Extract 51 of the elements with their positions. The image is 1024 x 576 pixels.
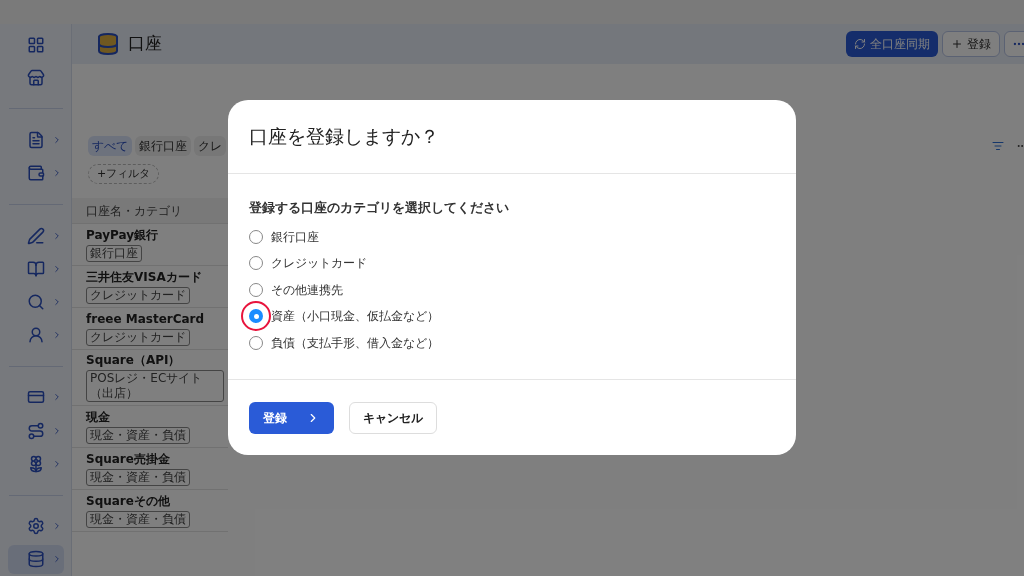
database-icon bbox=[96, 32, 120, 56]
wallet-icon bbox=[26, 164, 45, 183]
account-name[interactable]: Squareその他 bbox=[86, 493, 224, 509]
cancel-button[interactable]: キャンセル bbox=[349, 401, 437, 434]
option-label[interactable]: その他連携先 bbox=[271, 280, 343, 299]
radio-button[interactable] bbox=[249, 309, 263, 324]
sidebar-item[interactable] bbox=[7, 544, 64, 575]
page-title: 口座 bbox=[128, 32, 163, 56]
account-name[interactable]: PayPay銀行 bbox=[86, 227, 224, 243]
column-header: 口座名・カテゴリ bbox=[86, 202, 182, 220]
store-icon bbox=[26, 68, 45, 87]
radio-button[interactable] bbox=[249, 335, 263, 350]
route-icon bbox=[26, 421, 45, 440]
radio-button[interactable] bbox=[249, 229, 263, 244]
category-tag: 現金・資産・負債 bbox=[86, 468, 190, 486]
category-tag: POSレジ・ECサイト（出店） bbox=[86, 370, 224, 402]
radio-button[interactable] bbox=[249, 282, 263, 297]
category-tag: クレジットカード bbox=[86, 328, 190, 346]
category-tag: 現金・資産・負債 bbox=[86, 426, 190, 444]
database-icon bbox=[26, 550, 45, 569]
filter-tab[interactable]: クレ bbox=[194, 136, 226, 156]
book-icon bbox=[26, 259, 45, 278]
search-icon bbox=[26, 293, 45, 311]
sync-icon bbox=[854, 38, 866, 50]
register-button[interactable]: 登録 bbox=[249, 401, 334, 434]
option-label[interactable]: 銀行口座 bbox=[271, 227, 319, 246]
sync-all-button[interactable]: 全口座同期 bbox=[846, 31, 938, 57]
account-name[interactable]: Square売掛金 bbox=[86, 451, 224, 467]
radio-button[interactable] bbox=[249, 256, 263, 271]
account-name[interactable]: 現金 bbox=[86, 409, 224, 425]
pen-icon bbox=[26, 226, 45, 245]
account-name[interactable]: Square（API） bbox=[86, 353, 224, 368]
dialog-title: 口座を登録しますか？ bbox=[249, 124, 439, 150]
option-label[interactable]: 負債（支払手形、借入金など） bbox=[271, 333, 439, 352]
category-tag: クレジットカード bbox=[86, 286, 190, 304]
filter-tab[interactable]: 銀行口座 bbox=[135, 136, 191, 156]
account-name[interactable]: 三井住友VISAカード bbox=[86, 269, 224, 285]
account-name[interactable]: freee MasterCard bbox=[86, 311, 224, 327]
filter-tab[interactable]: すべて bbox=[88, 136, 132, 156]
category-tag: 現金・資産・負債 bbox=[86, 510, 190, 528]
grid-icon bbox=[26, 35, 45, 54]
document-icon bbox=[26, 131, 45, 150]
person-icon bbox=[26, 326, 45, 345]
gear-icon bbox=[26, 517, 45, 536]
dialog-question: 登録する口座のカテゴリを選択してください bbox=[249, 199, 510, 217]
option-label[interactable]: 資産（小口現金、仮払金など） bbox=[271, 307, 439, 326]
category-tag: 銀行口座 bbox=[86, 244, 142, 262]
plus-icon bbox=[951, 38, 963, 50]
filter-icon[interactable] bbox=[992, 140, 1004, 152]
option-label[interactable]: クレジットカード bbox=[271, 254, 367, 273]
add-button[interactable]: 登録 bbox=[942, 31, 1000, 57]
